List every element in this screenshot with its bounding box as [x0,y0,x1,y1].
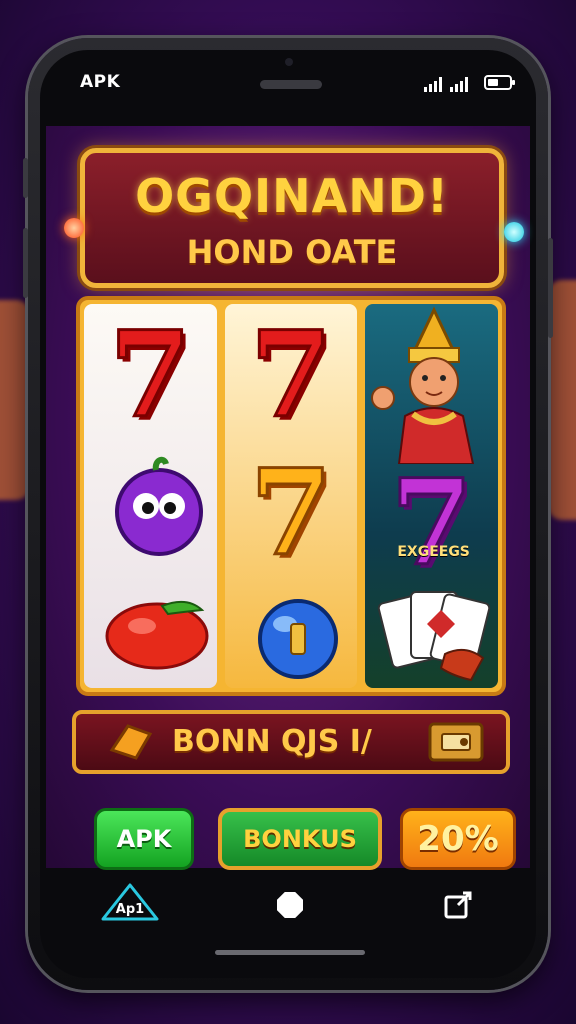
phone-side-button [548,238,553,338]
reel-symbol-label: EXGEEGS [397,544,470,560]
reel-3: 7 EXGEEGS [365,304,499,688]
home-button-icon[interactable] [277,892,303,918]
app-icon-label: Ap1 [116,902,144,917]
navigation-bar: Ap1 [40,868,536,978]
bonus-button[interactable]: BONKUS [218,808,382,870]
status-label: APK [80,72,121,92]
phone-side-button [23,228,28,298]
phone-side-button [23,158,28,198]
status-bar: APK [40,50,536,124]
front-camera [285,58,293,66]
wifi-signal-icon [450,76,468,92]
blue-orb-icon [257,599,338,679]
banner-title: OGQINAND! [135,169,449,223]
slot-game-area: OGQINAND! HOND OATE 7 7 7 7 EXGEEGS BONN… [46,126,530,870]
app-triangle-icon[interactable]: Ap1 [100,882,160,922]
red-gem-icon [64,218,84,238]
golden-king-character-icon [371,306,475,464]
tomato-fruit-icon [105,600,209,670]
signal-icon [424,76,442,92]
treasure-box-icon [428,722,484,762]
gold-seven-symbol: 7 [248,443,333,582]
red-seven-symbol: 7 [108,305,193,444]
phone-screen: APK OGQINAND! HOND OATE 7 7 7 7 EXGEEGS … [40,50,536,978]
gold-bar-icon [109,724,153,760]
action-buttons: APK BONKUS 20% [94,808,516,872]
reel-2: 7 7 [224,304,358,688]
percent-bonus-button[interactable]: 20% [400,808,516,870]
phone-frame: APK OGQINAND! HOND OATE 7 7 7 7 EXGEEGS … [23,38,553,990]
teal-gem-icon [504,222,524,242]
battery-icon [484,75,515,90]
bonus-banner-text: BONN QJS I/ [172,724,372,759]
playing-cards-icon [378,591,491,682]
share-icon[interactable] [443,890,473,920]
apk-button[interactable]: APK [94,808,194,870]
title-banner: OGQINAND! HOND OATE [80,148,504,288]
bonus-banner: BONN QJS I/ [72,710,510,774]
home-indicator[interactable] [215,950,365,955]
banner-subtitle: HOND OATE [186,233,398,271]
red-seven-symbol: 7 [248,305,333,444]
speaker-grille [260,80,322,89]
slot-reels: 7 7 7 7 EXGEEGS [76,296,506,696]
purple-monster-fruit-icon [115,456,203,556]
background-glow-left [0,300,30,500]
reel-1: 7 [84,304,217,688]
purple-seven-symbol: 7 [389,453,474,592]
